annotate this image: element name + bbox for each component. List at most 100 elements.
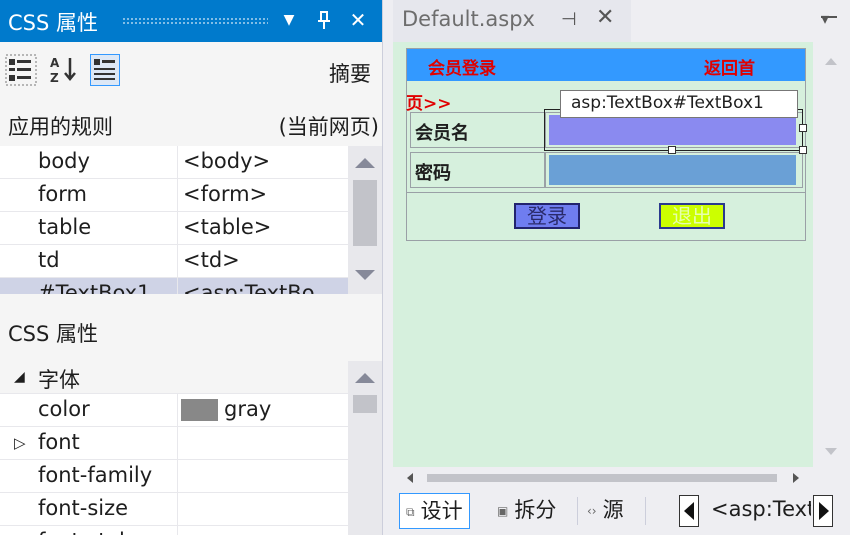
member-login-title: 会员登录 xyxy=(428,59,496,79)
collapse-triangle-icon[interactable]: ◢ xyxy=(14,369,25,385)
separator xyxy=(577,497,578,525)
property-row[interactable]: font-size xyxy=(0,493,348,526)
source-view-button[interactable]: ‹› 源 xyxy=(581,493,630,529)
separator xyxy=(645,497,646,525)
applied-rules-label: 应用的规则 xyxy=(8,115,113,139)
design-vertical-scrollbar[interactable] xyxy=(813,42,850,467)
panel-toolbar: A Z 摘要 xyxy=(0,42,382,102)
column-divider xyxy=(177,212,178,245)
rule-source: <asp:TextBo xyxy=(183,281,315,294)
css-properties-grid: ◢ 字体 color gray ▷ font font-family font-… xyxy=(0,361,348,535)
rule-row[interactable]: td <td> xyxy=(0,245,348,278)
panel-title-bar[interactable]: CSS 属性 ▼ ✕ xyxy=(0,0,382,42)
design-view-label: 设计 xyxy=(420,499,463,523)
element-tooltip: asp:TextBox#TextBox1 xyxy=(560,90,798,118)
color-swatch xyxy=(181,399,218,421)
applied-rules-header: 应用的规则 (当前网页) xyxy=(0,102,382,146)
property-name: font-family xyxy=(38,463,153,487)
path-right-button[interactable] xyxy=(813,495,833,527)
button-row xyxy=(407,192,805,240)
column-divider xyxy=(177,427,178,460)
close-icon[interactable]: ✕ xyxy=(596,5,614,30)
close-icon[interactable]: ✕ xyxy=(345,6,371,34)
design-horizontal-scrollbar[interactable] xyxy=(393,467,813,489)
document-panel: Default.aspx ⊣ ✕ ▾ 会员登录 返回首 页>> 会员名 密码 登… xyxy=(393,0,850,535)
path-left-button[interactable] xyxy=(679,495,699,527)
categorized-view-icon[interactable] xyxy=(5,54,37,86)
pin-icon[interactable]: ⊣ xyxy=(561,9,577,30)
login-table: 会员登录 返回首 页>> 会员名 密码 登录 退出 asp:TextBox#Te… xyxy=(406,48,807,241)
drag-grip[interactable] xyxy=(122,17,268,26)
rules-scrollbar[interactable] xyxy=(348,146,382,294)
password-input[interactable] xyxy=(549,155,796,185)
back-home-link[interactable]: 返回首 xyxy=(704,54,755,79)
scroll-thumb[interactable] xyxy=(353,180,377,246)
back-home-link-wrap[interactable]: 页>> xyxy=(406,89,452,114)
tab-menu-icon[interactable]: ▾ xyxy=(821,9,829,28)
rule-row-selected[interactable]: #TextBox1 <asp:TextBo xyxy=(0,278,348,294)
css-properties-header: CSS 属性 xyxy=(0,309,382,353)
rule-selector: td xyxy=(38,248,60,272)
rule-selector: body xyxy=(38,149,90,173)
split-view-button[interactable]: ▣ 拆分 xyxy=(491,493,562,529)
sort-alphabetic-icon[interactable]: A Z xyxy=(48,54,78,86)
rule-source: <table> xyxy=(183,215,272,239)
scroll-thumb[interactable] xyxy=(427,474,777,482)
column-divider xyxy=(177,278,178,294)
design-surface[interactable]: 会员登录 返回首 页>> 会员名 密码 登录 退出 asp:TextBox#Te… xyxy=(393,42,813,467)
design-view-button[interactable]: ⧉ 设计 xyxy=(399,493,470,529)
column-divider xyxy=(177,493,178,526)
password-label-cell: 密码 xyxy=(410,152,545,188)
document-tab-title: Default.aspx xyxy=(402,7,535,31)
rule-row[interactable]: body <body> xyxy=(0,146,348,179)
property-list-icon[interactable] xyxy=(90,54,120,86)
rule-selector: form xyxy=(38,182,87,206)
expand-triangle-icon[interactable]: ▷ xyxy=(14,434,26,452)
property-value[interactable]: gray xyxy=(224,397,271,421)
column-divider xyxy=(177,526,178,535)
scroll-left-icon[interactable] xyxy=(407,473,413,483)
scroll-right-icon[interactable] xyxy=(793,473,799,483)
pin-icon[interactable] xyxy=(311,6,337,34)
split-view-icon: ▣ xyxy=(497,504,509,518)
scroll-up-icon[interactable] xyxy=(355,158,375,168)
source-view-icon: ‹› xyxy=(587,504,597,518)
chevron-down-icon[interactable]: ▼ xyxy=(276,6,302,34)
scroll-up-icon[interactable] xyxy=(355,373,375,383)
left-arrow-icon xyxy=(684,502,694,520)
rule-source: <body> xyxy=(183,149,271,173)
summary-button[interactable]: 摘要 xyxy=(329,58,371,88)
scroll-down-icon[interactable] xyxy=(355,270,375,280)
rule-row[interactable]: form <form> xyxy=(0,179,348,212)
property-row[interactable]: font-style xyxy=(0,526,348,535)
resize-handle[interactable] xyxy=(799,124,807,132)
login-button[interactable]: 登录 xyxy=(514,203,580,229)
css-properties-panel: CSS 属性 ▼ ✕ A Z 摘要 应用的规则 (当前网页) body <bod… xyxy=(0,0,383,535)
property-row[interactable]: ▷ font xyxy=(0,427,348,460)
exit-button[interactable]: 退出 xyxy=(659,203,725,229)
panel-title: CSS 属性 xyxy=(8,11,98,35)
resize-handle[interactable] xyxy=(799,146,807,154)
tab-menu-bar xyxy=(821,16,837,18)
column-divider xyxy=(177,146,178,179)
rule-row[interactable]: table <table> xyxy=(0,212,348,245)
property-row[interactable]: font-family xyxy=(0,460,348,493)
column-divider xyxy=(177,245,178,278)
split-view-label: 拆分 xyxy=(514,498,557,522)
property-name: font-size xyxy=(38,496,129,520)
design-view-icon: ⧉ xyxy=(406,505,415,519)
resize-handle[interactable] xyxy=(668,146,676,154)
tag-path[interactable]: <asp:TextBox#TextBox1> xyxy=(711,497,811,521)
scroll-up-icon[interactable] xyxy=(825,58,837,65)
property-category[interactable]: ◢ 字体 xyxy=(0,361,348,394)
document-tab[interactable]: Default.aspx ⊣ ✕ xyxy=(393,0,631,42)
scroll-thumb[interactable] xyxy=(353,395,377,413)
svg-text:Z: Z xyxy=(50,71,59,85)
rule-selector: table xyxy=(38,215,92,239)
svg-text:A: A xyxy=(50,56,60,70)
property-name: color xyxy=(38,397,90,421)
property-row[interactable]: color gray xyxy=(0,394,348,427)
properties-scrollbar[interactable] xyxy=(348,361,382,535)
scroll-down-icon[interactable] xyxy=(825,448,837,455)
source-view-label: 源 xyxy=(602,498,624,522)
